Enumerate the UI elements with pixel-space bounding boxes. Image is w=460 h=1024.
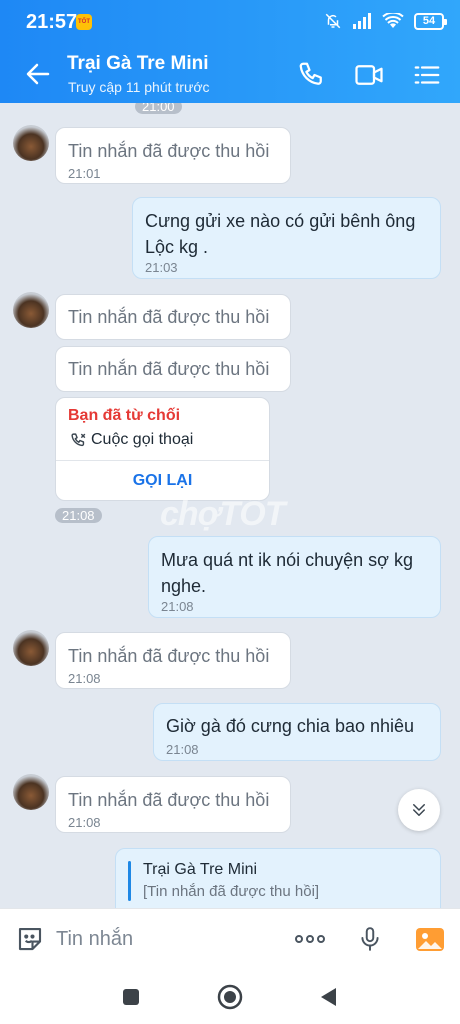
message-time: 21:01 xyxy=(68,166,101,181)
battery-icon: 54 xyxy=(414,12,447,30)
message-bubble-incoming[interactable]: Tin nhắn đã được thu hồi 21:01 xyxy=(55,127,291,184)
avatar[interactable] xyxy=(13,125,49,161)
contact-name[interactable]: Trại Gà Tre Mini xyxy=(67,53,209,75)
call-card: Bạn đã từ chối Cuộc gọi thoại GỌI LẠI xyxy=(55,397,270,501)
message-bubble-incoming[interactable]: Tin nhắn đã được thu hồi 21:08 xyxy=(55,632,291,689)
scroll-to-bottom-button[interactable] xyxy=(398,789,440,831)
double-chevron-down-icon xyxy=(413,804,425,816)
home-circle-icon xyxy=(217,984,243,1010)
voice-message-button[interactable] xyxy=(354,923,386,955)
status-time: 21:57 xyxy=(26,11,78,33)
signal-icon xyxy=(353,13,371,29)
phone-icon xyxy=(299,62,322,85)
message-text: Tin nhắn đã được thu hồi xyxy=(68,359,270,379)
avatar[interactable] xyxy=(13,774,49,810)
call-status: Bạn đã từ chối xyxy=(68,407,181,424)
message-time: 21:08 xyxy=(161,599,194,614)
contact-last-seen: Truy cập 11 phút trước xyxy=(68,79,210,95)
back-button[interactable] xyxy=(22,58,54,90)
back-arrow-icon xyxy=(26,63,50,85)
reply-quote-bubble[interactable]: Trại Gà Tre Mini [Tin nhắn đã được thu h… xyxy=(115,848,441,908)
message-bubble-outgoing[interactable]: Giờ gà đó cưng chia bao nhiêu 21:08 xyxy=(153,703,441,761)
message-bubble-incoming[interactable]: Tin nhắn đã được thu hồi xyxy=(55,346,291,392)
wifi-icon xyxy=(382,13,404,28)
time-divider: 21:00 xyxy=(135,103,182,114)
message-text: Tin nhắn đã được thu hồi xyxy=(68,307,270,327)
quote-accent-bar xyxy=(128,861,131,901)
chat-header: 21:57 TỐT 54 Trại Gà Tre Mini Truy cập 1… xyxy=(0,0,460,103)
message-input[interactable]: Tin nhắn xyxy=(56,928,133,951)
message-time: 21:08 xyxy=(166,742,199,757)
missed-call-icon xyxy=(71,432,86,446)
message-text: Giờ gà đó cưng chia bao nhiêu xyxy=(166,716,415,736)
status-bar: 21:57 TỐT 54 xyxy=(0,0,460,44)
back-nav-button[interactable] xyxy=(313,982,343,1012)
microphone-icon xyxy=(361,927,379,951)
message-input-bar: Tin nhắn xyxy=(0,908,460,970)
sticker-button[interactable] xyxy=(14,923,46,955)
message-bubble-incoming[interactable]: Tin nhắn đã được thu hồi 21:08 xyxy=(55,776,291,833)
quote-author: Trại Gà Tre Mini xyxy=(143,861,258,878)
video-call-icon xyxy=(355,65,383,85)
call-type-label: Cuộc gọi thoại xyxy=(91,431,194,448)
message-bubble-incoming[interactable]: Tin nhắn đã được thu hồi xyxy=(55,294,291,340)
square-icon xyxy=(123,989,139,1005)
message-text: Mưa quá nt ik nói chuyện sợ kg nghe. xyxy=(161,550,413,596)
call-type: Cuộc gọi thoại xyxy=(70,431,193,449)
message-bubble-outgoing[interactable]: Mưa quá nt ik nói chuyện sợ kg nghe. 21:… xyxy=(148,536,441,618)
more-horizontal-icon xyxy=(295,935,325,943)
message-text: Tin nhắn đã được thu hồi xyxy=(68,141,270,161)
avatar[interactable] xyxy=(13,630,49,666)
time-divider: 21:08 xyxy=(55,508,102,523)
video-call-button[interactable] xyxy=(354,60,384,90)
sticker-icon xyxy=(18,927,42,951)
menu-button[interactable] xyxy=(412,60,442,90)
more-options-button[interactable] xyxy=(294,923,326,955)
status-icons: 54 xyxy=(324,10,447,32)
recents-button[interactable] xyxy=(116,982,146,1012)
watermark-logo: chợTỐT xyxy=(160,495,285,533)
triangle-back-icon xyxy=(321,988,336,1006)
avatar[interactable] xyxy=(13,292,49,328)
message-bubble-outgoing[interactable]: Cưng gửi xe nào có gửi bênh ông Lộc kg .… xyxy=(132,197,441,279)
quote-text: [Tin nhắn đã được thu hồi] xyxy=(143,883,320,900)
message-text: Tin nhắn đã được thu hồi xyxy=(68,790,270,810)
message-time: 21:08 xyxy=(68,671,101,686)
image-gallery-icon xyxy=(416,928,444,951)
message-time: 21:08 xyxy=(68,815,101,830)
message-text: Cưng gửi xe nào có gửi bênh ông Lộc kg . xyxy=(145,211,416,257)
menu-list-icon xyxy=(414,66,440,84)
voice-call-button[interactable] xyxy=(297,60,327,90)
bell-muted-icon xyxy=(325,13,341,29)
message-text: Tin nhắn đã được thu hồi xyxy=(68,646,270,666)
home-button[interactable] xyxy=(215,982,245,1012)
message-time: 21:03 xyxy=(145,260,178,275)
chat-area[interactable]: 21:00 Tin nhắn đã được thu hồi 21:01 Cưn… xyxy=(0,103,460,908)
system-nav-bar xyxy=(0,970,460,1024)
gallery-button[interactable] xyxy=(414,923,446,955)
app-badge-icon: TỐT xyxy=(76,14,92,30)
